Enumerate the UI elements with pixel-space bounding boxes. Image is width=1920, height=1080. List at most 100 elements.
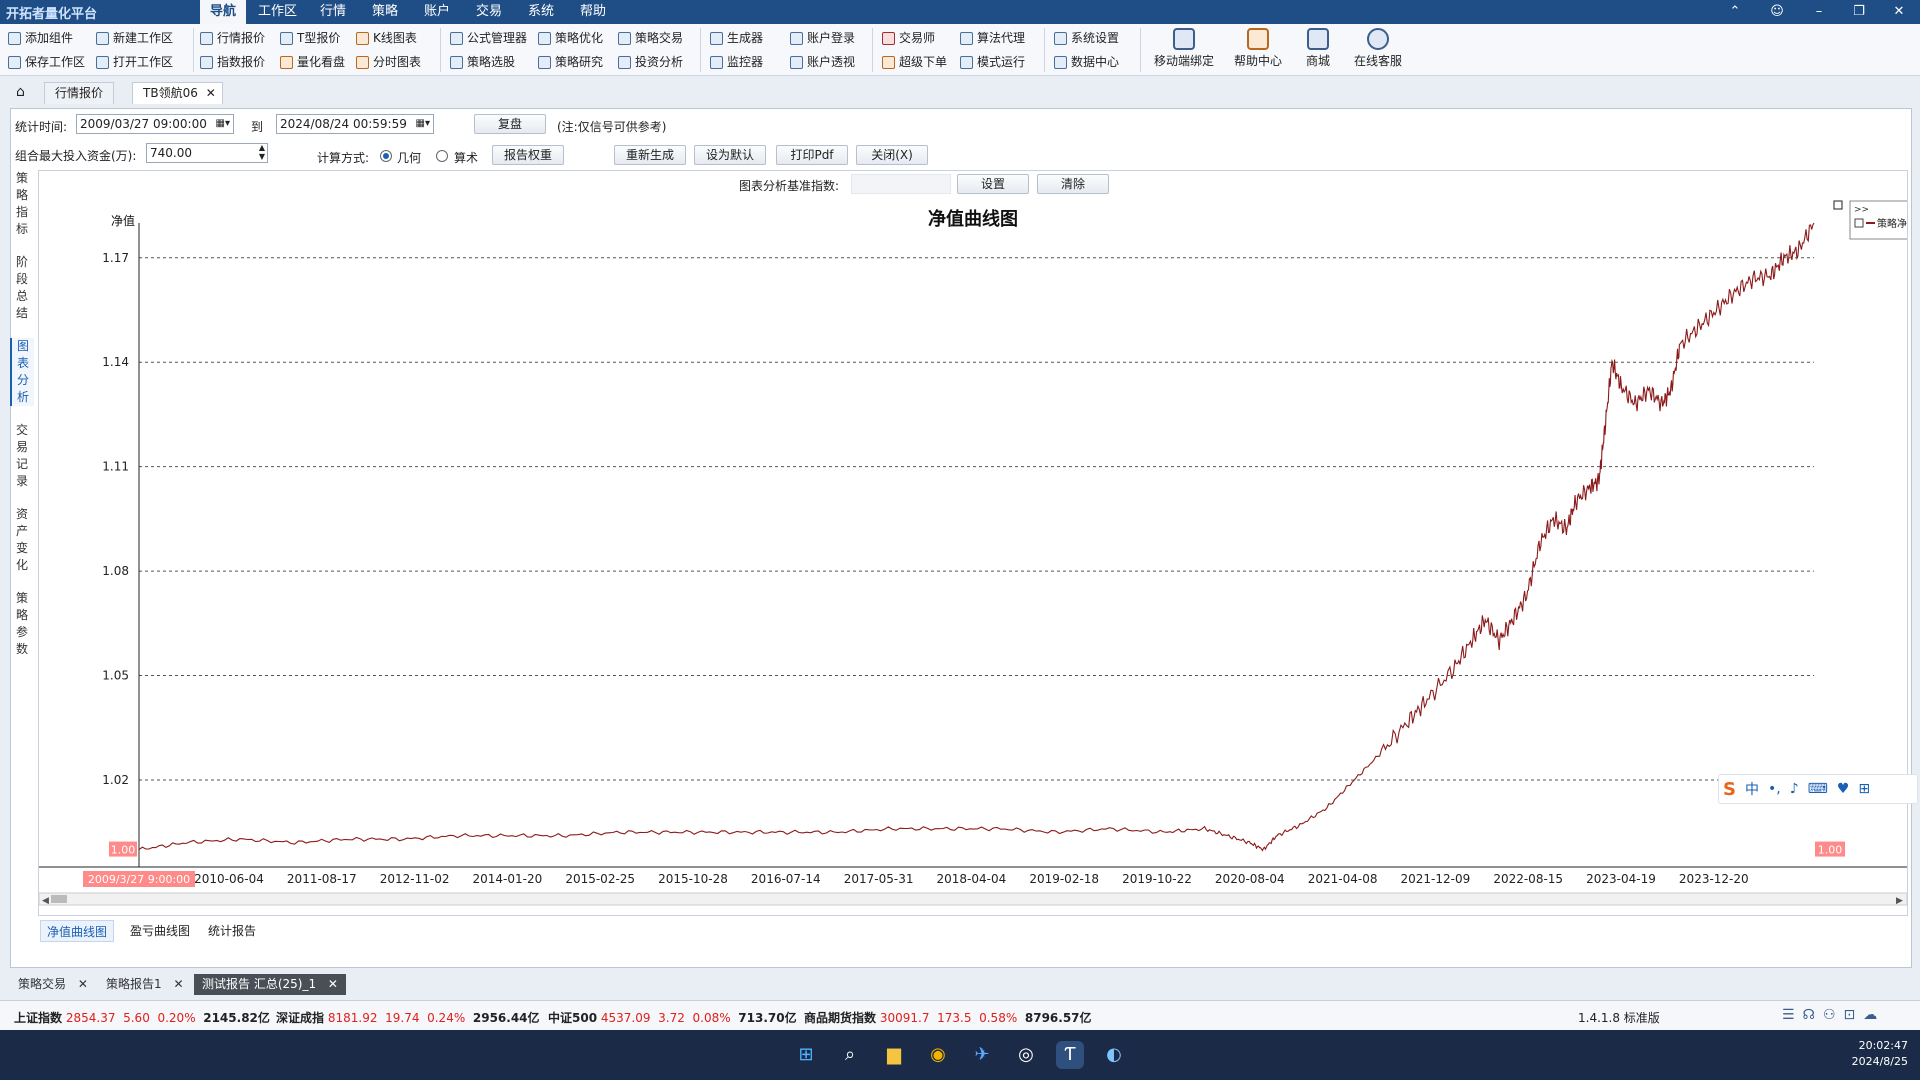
strategy-stock-pick-button[interactable]: 策略选股	[450, 52, 515, 72]
sogou-s-icon[interactable]: S	[1723, 779, 1736, 800]
tab-quotes[interactable]: 行情报价	[44, 82, 115, 104]
t-quote-button[interactable]: T型报价	[280, 28, 340, 48]
close-tab-icon[interactable]: ✕	[173, 977, 183, 991]
online-support-button[interactable]: 在线客服	[1346, 28, 1410, 74]
strategy-optimize-button[interactable]: 策略优化	[538, 28, 603, 48]
account-login-button[interactable]: 账户登录	[790, 28, 855, 48]
monitor-button[interactable]: 监控器	[710, 52, 763, 72]
start-time-picker[interactable]: 2009/03/27 09:00:00 ▦▾	[76, 114, 234, 134]
end-time-picker[interactable]: 2024/08/24 00:59:59 ▦▾	[276, 114, 434, 134]
quotes-button[interactable]: 行情报价	[200, 28, 265, 48]
menu-account[interactable]: 账户	[414, 0, 460, 24]
side-tab-2[interactable]: 图表分析	[10, 338, 34, 406]
index-sz[interactable]: 深证成指 8181.92 19.74 0.24% 2956.44亿	[276, 1009, 540, 1026]
side-tab-0[interactable]: 策略指标	[10, 170, 34, 238]
save-workspace-button[interactable]: 保存工作区	[8, 52, 85, 72]
home-icon[interactable]: ⌂	[16, 84, 25, 100]
kline-chart-button[interactable]: K线图表	[356, 28, 417, 48]
menu-help[interactable]: 帮助	[570, 0, 616, 24]
search-icon[interactable]: ⌕	[836, 1041, 864, 1069]
close-tab-icon[interactable]: ✕	[206, 83, 216, 103]
skin-icon[interactable]: ♥	[1837, 781, 1850, 797]
tab-stats-report[interactable]: 统计报告	[202, 920, 262, 942]
menu-trade[interactable]: 交易	[466, 0, 512, 24]
toolbox-icon[interactable]: ⊞	[1858, 781, 1870, 797]
trader-button[interactable]: 交易师	[882, 28, 935, 48]
algo-agent-button[interactable]: 算法代理	[960, 28, 1025, 48]
windows-start-icon[interactable]: ⊞	[792, 1041, 820, 1069]
index-commodity[interactable]: 商品期货指数 30091.7 173.5 0.58% 8796.57亿	[804, 1009, 1092, 1026]
tab-pnl-curve[interactable]: 盈亏曲线图	[124, 920, 196, 942]
store-button[interactable]: 商城	[1286, 28, 1350, 74]
system-clock[interactable]: 20:02:47 2024/8/25	[1852, 1038, 1908, 1070]
benchmark-clear-button[interactable]: 清除	[1037, 174, 1109, 194]
index-csi500[interactable]: 中证500 4537.09 3.72 0.08% 713.70亿	[548, 1009, 797, 1026]
mode-run-button[interactable]: 模式运行	[960, 52, 1025, 72]
file-explorer-icon[interactable]: ▆	[880, 1041, 908, 1069]
arithmetic-radio[interactable]	[436, 150, 448, 162]
formula-manager-button[interactable]: 公式管理器	[450, 28, 527, 48]
report-weight-button[interactable]: 报告权重	[492, 145, 564, 165]
menu-strategy[interactable]: 策略	[362, 0, 408, 24]
report-tab-strategy-report[interactable]: 策略报告1 ✕	[98, 974, 192, 995]
generator-button[interactable]: 生成器	[710, 28, 763, 48]
side-tab-1[interactable]: 阶段总结	[10, 254, 34, 322]
tab-tb-lh06[interactable]: TB领航06 ✕	[132, 82, 223, 104]
ime-mode[interactable]: 中	[1745, 779, 1759, 799]
super-order-button[interactable]: 超级下单	[882, 52, 947, 72]
strategy-trade-button[interactable]: 策略交易	[618, 28, 683, 48]
system-settings-button[interactable]: 系统设置	[1054, 28, 1119, 48]
microphone-icon[interactable]: ♪	[1790, 781, 1799, 797]
close-report-button[interactable]: 关闭(X)	[856, 145, 928, 165]
obs-icon[interactable]: ◎	[1012, 1041, 1040, 1069]
status-tray-icons[interactable]: ☰☊⚇⊡☁	[1782, 1007, 1885, 1023]
strategy-research-button[interactable]: 策略研究	[538, 52, 603, 72]
index-quote-button[interactable]: 指数报价	[200, 52, 265, 72]
punctuation-icon[interactable]: •,	[1768, 781, 1781, 797]
app-swirl-icon[interactable]: ◐	[1100, 1041, 1128, 1069]
set-default-button[interactable]: 设为默认	[694, 145, 766, 165]
new-workspace-button[interactable]: 新建工作区	[96, 28, 173, 48]
print-pdf-button[interactable]: 打印Pdf	[776, 145, 848, 165]
data-center-button[interactable]: 数据中心	[1054, 52, 1119, 72]
regenerate-button[interactable]: 重新生成	[614, 145, 686, 165]
account-view-button[interactable]: 账户透视	[790, 52, 855, 72]
benchmark-input[interactable]	[851, 174, 951, 194]
mobile-bind-button[interactable]: 移动端绑定	[1152, 28, 1216, 74]
side-tab-3[interactable]: 交易记录	[10, 422, 34, 490]
menu-system[interactable]: 系统	[518, 0, 564, 24]
geometric-radio[interactable]	[380, 150, 392, 162]
replay-button[interactable]: 复盘	[474, 114, 546, 134]
minimize-icon[interactable]: –	[1806, 2, 1832, 22]
intraday-chart-button[interactable]: 分时图表	[356, 52, 421, 72]
report-tab-test-summary[interactable]: 测试报告 汇总(25)_1 ✕	[194, 974, 346, 995]
ime-toolbar[interactable]: S 中 •, ♪ ⌨ ♥ ⊞	[1718, 774, 1918, 804]
index-sh[interactable]: 上证指数 2854.37 5.60 0.20% 2145.82亿	[14, 1009, 270, 1026]
close-window-icon[interactable]: ✕	[1886, 2, 1912, 22]
side-tab-4[interactable]: 资产变化	[10, 506, 34, 574]
menu-workspace[interactable]: 工作区	[248, 0, 307, 24]
spinner-icon[interactable]: ▲ ▼	[259, 143, 265, 161]
investment-analysis-button[interactable]: 投资分析	[618, 52, 683, 72]
keyboard-icon[interactable]: ⌨	[1808, 781, 1828, 797]
help-center-button[interactable]: 帮助中心	[1226, 28, 1290, 74]
tb-app-icon[interactable]: Ƭ	[1056, 1041, 1084, 1069]
menu-nav[interactable]: 导航	[200, 0, 247, 24]
close-tab-icon[interactable]: ✕	[78, 977, 88, 991]
add-component-button[interactable]: 添加组件	[8, 28, 73, 48]
collapse-ribbon-icon[interactable]: ⌃	[1722, 2, 1748, 22]
close-tab-icon[interactable]: ✕	[328, 977, 338, 991]
menu-quotes[interactable]: 行情	[310, 0, 356, 24]
chrome-icon[interactable]: ◉	[924, 1041, 952, 1069]
benchmark-set-button[interactable]: 设置	[957, 174, 1029, 194]
report-tab-strategy-trade[interactable]: 策略交易 ✕	[10, 974, 96, 995]
side-tab-5[interactable]: 策略参数	[10, 590, 34, 658]
calendar-dropdown-icon[interactable]: ▦▾	[216, 115, 230, 133]
open-workspace-button[interactable]: 打开工作区	[96, 52, 173, 72]
app-bird-icon[interactable]: ✈	[968, 1041, 996, 1069]
restore-icon[interactable]: ❐	[1846, 2, 1872, 22]
tab-net-value-curve[interactable]: 净值曲线图	[40, 920, 115, 942]
user-icon[interactable]: ☺	[1764, 2, 1790, 22]
calendar-dropdown-icon[interactable]: ▦▾	[416, 115, 430, 133]
max-capital-input[interactable]: 740.00 ▲ ▼	[146, 143, 268, 163]
